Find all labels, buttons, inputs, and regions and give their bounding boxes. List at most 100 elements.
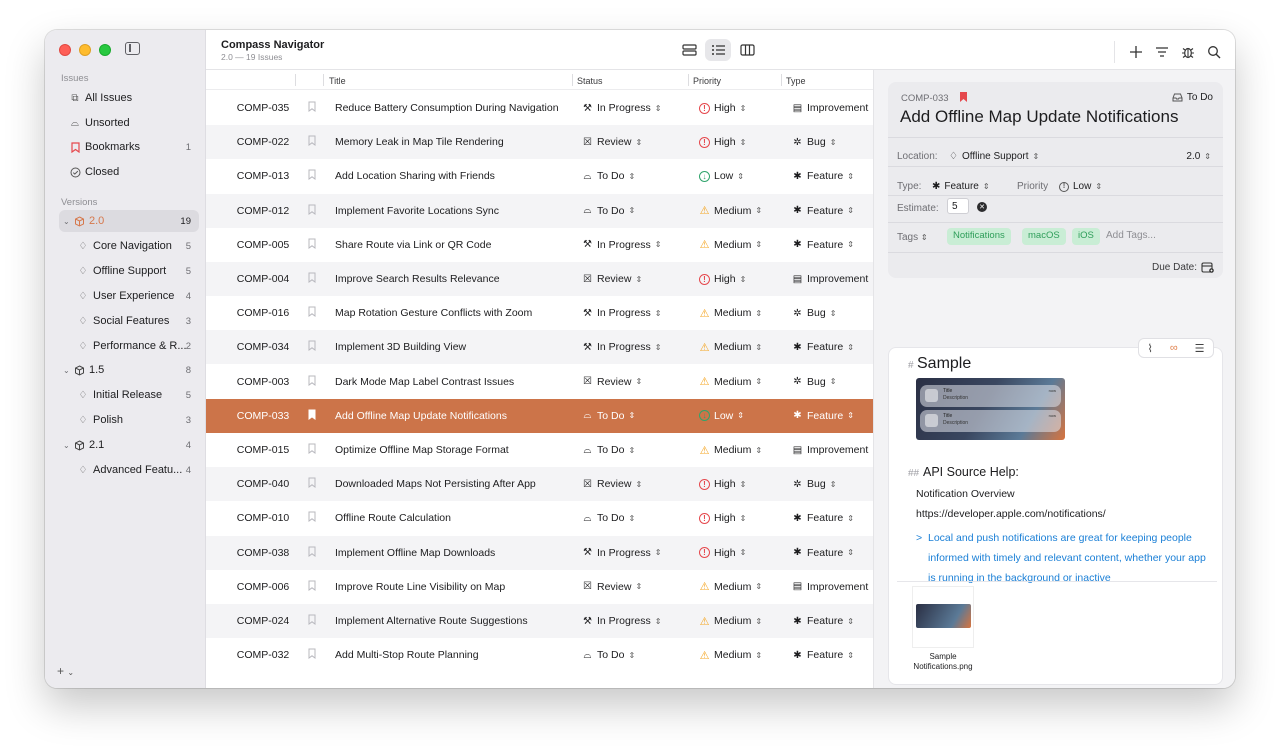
type-picker[interactable]: ▤Improvement⇕ — [792, 273, 873, 285]
add-tags-input[interactable]: Add Tags... — [1106, 230, 1156, 241]
column-header-type[interactable]: Type — [786, 76, 806, 86]
sidebar-toggle-icon[interactable] — [125, 42, 140, 55]
sidebar-version-1-5[interactable]: ⌄ 1.5 8 — [59, 359, 199, 381]
notes-editor[interactable]: ⌇ ∞ ☰ # Sample Title Description now Tit… — [888, 338, 1223, 685]
tags-label[interactable]: Tags ⇕ — [897, 232, 928, 243]
type-picker[interactable]: ✱ Feature ⇕ — [792, 649, 854, 661]
add-menu-button[interactable]: + ⌄ — [57, 664, 74, 678]
plus-icon[interactable] — [1129, 45, 1143, 59]
bookmark-icon[interactable] — [308, 101, 316, 112]
type-picker[interactable]: ✲ Bug ⇕ — [792, 376, 836, 388]
bug-icon[interactable] — [1181, 45, 1195, 59]
priority-picker[interactable]: ⚠ Medium ⇕ — [699, 649, 763, 662]
priority-picker[interactable]: ⚠ Medium ⇕ — [699, 205, 763, 218]
table-row[interactable]: COMP-015 Optimize Offline Map Storage For… — [206, 433, 873, 467]
status-picker[interactable]: ⚒ In Progress ⇕ — [582, 307, 661, 319]
type-picker[interactable]: ✱ Feature ⇕ — [792, 547, 854, 559]
chevron-down-icon[interactable]: ⌄ — [63, 217, 70, 226]
bookmark-icon[interactable] — [308, 409, 316, 420]
bookmark-icon[interactable] — [308, 238, 316, 249]
tag-macos[interactable]: macOS — [1022, 228, 1066, 245]
priority-picker[interactable]: ↓ Low ⇕ — [699, 410, 744, 422]
type-picker[interactable]: ✱ Feature ⇕ — [792, 615, 854, 627]
bookmark-icon[interactable] — [308, 340, 316, 352]
table-row[interactable]: COMP-003 Dark Mode Map Label Contrast Iss… — [206, 365, 873, 399]
status-picker[interactable]: ☒ Review ⇕ — [582, 273, 642, 285]
board-view-button[interactable] — [734, 39, 760, 61]
type-picker[interactable]: ✲ Bug ⇕ — [792, 307, 836, 319]
priority-picker[interactable]: ⚠ Medium ⇕ — [699, 615, 763, 628]
filter-icon[interactable] — [1155, 45, 1169, 59]
priority-picker[interactable]: ⚠ Medium ⇕ — [699, 581, 763, 594]
paperclip-icon[interactable]: ⌇ — [1147, 342, 1152, 355]
table-row[interactable]: COMP-012 Implement Favorite Locations Syn… — [206, 193, 873, 228]
bookmark-icon[interactable] — [308, 443, 316, 454]
type-picker[interactable]: ✱ Feature ⇕ — [932, 181, 990, 192]
sidebar-item-advanced-features[interactable]: ♢ Advanced Featu... 4 — [59, 459, 199, 481]
tag-notifications[interactable]: Notifications — [947, 228, 1011, 245]
column-header-status[interactable]: Status — [577, 76, 603, 86]
table-row[interactable]: COMP-034 Implement 3D Building View ⚒ In Pr… — [206, 330, 873, 365]
sidebar-item-polish[interactable]: ♢ Polish 3 — [59, 409, 199, 431]
table-row[interactable]: COMP-013 Add Location Sharing with Friend… — [206, 159, 873, 193]
bookmark-icon[interactable] — [308, 580, 316, 591]
priority-picker[interactable]: ! High ⇕ — [699, 512, 746, 524]
attachment-thumbnail[interactable] — [912, 586, 974, 648]
location-picker[interactable]: ♢ Offline Support ⇕ — [949, 151, 1039, 162]
chevron-down-icon[interactable]: ⌄ — [63, 441, 70, 450]
bookmark-icon[interactable] — [308, 204, 316, 215]
sidebar-item-core-navigation[interactable]: ♢ Core Navigation 5 — [59, 235, 199, 257]
column-header-title[interactable]: Title — [329, 76, 346, 86]
priority-picker[interactable]: ⚠ Medium ⇕ — [699, 376, 763, 389]
table-row[interactable]: COMP-032 Add Multi-Stop Route Planning ⌓ To… — [206, 638, 873, 672]
sidebar-item-offline-support[interactable]: ♢ Offline Support 5 — [59, 260, 199, 282]
table-row[interactable]: COMP-010 Offline Route Calculation ⌓ To Do ⇕… — [206, 501, 873, 535]
bookmark-icon[interactable] — [308, 546, 316, 557]
bookmark-icon[interactable] — [308, 477, 316, 489]
status-picker[interactable]: ⚒ In Progress ⇕ — [582, 615, 661, 627]
type-picker[interactable]: ✱ Feature ⇕ — [792, 170, 854, 182]
priority-picker[interactable]: ! High ⇕ — [699, 136, 746, 148]
version-picker[interactable]: 2.0 ⇕ — [1186, 151, 1211, 162]
list-icon[interactable]: ☰ — [1195, 342, 1205, 355]
bookmark-icon[interactable] — [308, 614, 316, 625]
status-picker[interactable]: ☒ Review ⇕ — [582, 376, 642, 388]
column-header-priority[interactable]: Priority — [693, 76, 721, 86]
status-picker[interactable]: ⌓ To Do ⇕ — [582, 170, 636, 182]
link-icon[interactable]: ∞ — [1170, 342, 1178, 354]
priority-picker[interactable]: ! High ⇕ — [699, 102, 746, 114]
bookmark-icon[interactable] — [308, 511, 316, 523]
close-window-button[interactable] — [59, 44, 71, 56]
status-picker[interactable]: ⚒ In Progress ⇕ — [582, 547, 661, 559]
zoom-window-button[interactable] — [99, 44, 111, 56]
type-picker[interactable]: ✱ Feature ⇕ — [792, 512, 854, 524]
status-picker[interactable]: ⌓ To Do ⇕ — [582, 444, 636, 456]
type-picker[interactable]: ✱ Feature ⇕ — [792, 410, 854, 422]
sidebar-version-2-0[interactable]: ⌄ 2.0 19 — [59, 210, 199, 232]
table-row[interactable]: COMP-006 Improve Route Line Visibility on… — [206, 570, 873, 604]
status-picker[interactable]: ⚒ In Progress ⇕ — [582, 102, 661, 114]
estimate-field[interactable]: 5 — [947, 198, 969, 214]
sidebar-item-bookmarks[interactable]: Bookmarks 1 — [59, 136, 199, 158]
rows-view-button[interactable] — [676, 39, 702, 61]
priority-picker[interactable]: ! High ⇕ — [699, 547, 746, 559]
bookmark-icon[interactable] — [308, 135, 316, 147]
sidebar-item-unsorted[interactable]: ⌓ Unsorted — [59, 112, 199, 134]
sidebar-version-2-1[interactable]: ⌄ 2.1 4 — [59, 434, 199, 456]
list-view-button[interactable] — [705, 39, 731, 61]
table-row[interactable]: COMP-035 Reduce Battery Consumption Durin… — [206, 91, 873, 125]
type-picker[interactable]: ✱ Feature ⇕ — [792, 239, 854, 251]
chevron-down-icon[interactable]: ⌄ — [63, 366, 70, 375]
status-picker[interactable]: ⌓ To Do ⇕ — [582, 512, 636, 524]
issue-title[interactable]: Add Offline Map Update Notifications — [900, 107, 1178, 127]
priority-picker[interactable]: ! Low ⇕ — [1059, 181, 1102, 192]
sidebar-item-closed[interactable]: Closed — [59, 161, 199, 183]
minimize-window-button[interactable] — [79, 44, 91, 56]
table-row[interactable]: COMP-004 Improve Search Results Relevance… — [206, 262, 873, 296]
status-picker[interactable]: ⌓ To Do ⇕ — [582, 410, 636, 422]
embedded-image[interactable]: Title Description now Title Description … — [916, 378, 1065, 440]
priority-picker[interactable]: ↓ Low ⇕ — [699, 170, 744, 182]
status-picker[interactable]: To Do — [1172, 92, 1213, 103]
calendar-icon[interactable] — [1201, 261, 1214, 273]
priority-picker[interactable]: ⚠ Medium ⇕ — [699, 239, 763, 252]
